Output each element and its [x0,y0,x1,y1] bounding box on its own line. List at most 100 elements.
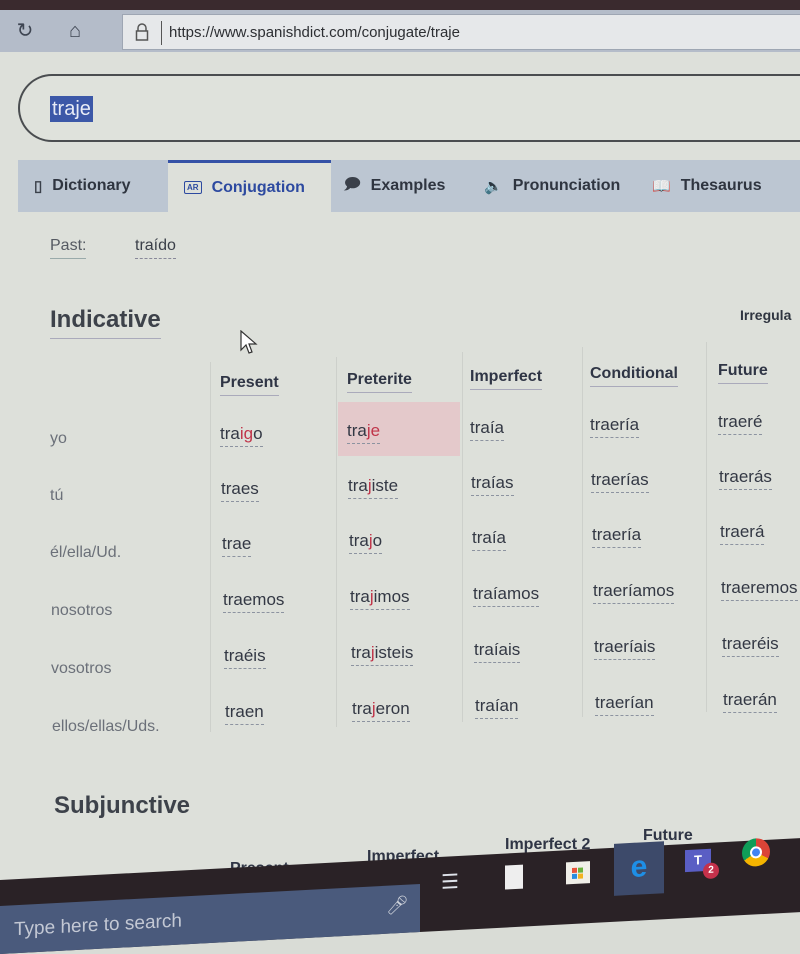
verb-stem: traería [592,525,642,544]
browser-toolbar: ↻ ⌂ https://www.spanishdict.com/conjugat… [0,10,800,52]
irregular-part: je [366,421,381,440]
thesaurus-icon: 📖 [652,178,671,195]
verb-stem: tra [350,587,370,606]
conjugation-cell[interactable]: traíais [474,640,521,663]
search-value[interactable]: traje [50,96,93,122]
conjugation-cell[interactable]: traeríais [594,637,656,660]
conjugation-cell[interactable]: traeréis [722,634,779,657]
tab-label: Thesaurus [680,177,762,194]
col-header-imperfect: Imperfect [470,368,543,390]
conjugation-cell[interactable]: traeríamos [593,581,675,604]
conjugation-cell[interactable]: traerían [595,693,654,716]
file-icon[interactable] [492,854,536,900]
pronoun-label: él/ella/Ud. [50,544,122,561]
verb-ending: imos [373,587,410,606]
past-participle-label: Past: [50,237,87,259]
col-header-preterite: Preterite [347,371,412,393]
verb-stem: traemos [223,590,285,609]
task-view-icon[interactable]: ☰ [428,859,472,905]
conjugation-cell[interactable]: traen [225,702,264,725]
conjugation-cell[interactable]: traíamos [473,584,540,607]
tab-pronunciation[interactable]: 🔈 Pronunciation [484,160,634,212]
tab-label: Conjugation [211,178,305,196]
verb-stem: traerán [723,690,777,709]
irregular-toggle-label[interactable]: Irregula [740,307,791,323]
verb-stem: tra [351,643,371,662]
chrome-logo [742,837,770,868]
edge-icon[interactable]: e [614,841,664,896]
conjugation-cell[interactable]: trae [222,534,252,557]
conjugation-cell[interactable]: traerías [591,470,649,493]
home-icon[interactable]: ⌂ [62,18,88,44]
conjugation-cell[interactable]: trajisteis [351,643,414,666]
conjugation-cell[interactable]: traía [472,528,507,551]
chrome-icon[interactable] [734,829,778,875]
store-square-green [578,867,583,873]
lock-icon [135,23,149,41]
conjugation-cell[interactable]: traje [347,421,381,444]
conjugation-cell[interactable]: traían [475,696,519,719]
conjugation-cell[interactable]: traía [470,418,505,441]
url-text[interactable]: https://www.spanishdict.com/conjugate/tr… [169,24,460,41]
tab-dictionary[interactable]: ▯ Dictionary [18,160,168,212]
conjugation-cell[interactable]: trajo [349,531,383,554]
conjugation-cell[interactable]: trajiste [348,476,399,499]
verb-ending: iste [371,476,399,495]
verb-stem: traeré [718,412,763,431]
url-separator [161,21,162,45]
conjugation-cell[interactable]: traería [592,525,642,548]
book-icon: ▯ [34,178,43,195]
window-top-strip [0,0,800,10]
conjugation-cell[interactable]: traerás [719,467,772,490]
taskbar-search-placeholder: Type here to search [14,910,182,941]
conjugation-cell[interactable]: traemos [223,590,285,613]
tab-thesaurus[interactable]: 📖 Thesaurus [652,160,782,212]
verb-stem: traías [471,473,514,492]
tab-conjugation[interactable]: AR Conjugation [168,160,331,212]
teams-icon[interactable]: T 2 [676,836,720,882]
conjugation-cell[interactable]: traería [590,415,640,438]
conjugation-cell[interactable]: traéis [224,646,266,669]
verb-stem: traían [475,696,519,715]
verb-stem: traerás [719,467,772,486]
chrome-center [750,846,762,859]
speaker-icon: 🔈 [484,178,503,195]
store-square-blue [572,873,577,880]
refresh-icon[interactable]: ↻ [12,18,38,44]
conjugation-cell[interactable]: trajimos [350,587,410,610]
address-bar[interactable]: https://www.spanishdict.com/conjugate/tr… [122,14,800,50]
tab-examples[interactable]: 🗩 Examples [344,160,464,212]
mouse-cursor-icon [240,330,258,354]
col-header-conditional: Conditional [590,365,678,387]
conjugation-cell[interactable]: traeremos [721,578,798,601]
teams-logo: T 2 [685,848,719,880]
verb-stem: traeríamos [593,581,675,600]
store-bag [566,861,590,885]
verb-stem: tra [348,476,368,495]
conjugation-cell[interactable]: traeré [718,412,763,435]
conjugation-cell[interactable]: traerá [720,522,765,545]
verb-ending: o [372,531,383,550]
verb-stem: tra [347,421,367,440]
store-icon[interactable] [556,849,600,895]
verb-stem: traíamos [473,584,540,603]
store-square-red [572,867,577,874]
column-divider [706,342,707,712]
verb-ending: eron [375,699,410,718]
pronoun-label: ellos/ellas/Uds. [52,718,160,735]
conjugation-cell[interactable]: traías [471,473,514,496]
indicative-title: Indicative [50,306,161,339]
teams-badge: 2 [703,862,719,880]
microphone-icon[interactable]: 🎤︎ [386,895,409,917]
conjugation-cell[interactable]: traerán [723,690,777,713]
conjugation-cell[interactable]: traigo [220,424,263,447]
past-participle-value[interactable]: traído [135,237,176,259]
conjugation-cell[interactable]: trajeron [352,699,410,722]
subjunctive-title: Subjunctive [54,792,191,819]
verb-stem: traerías [591,470,649,489]
conjugation-cell[interactable]: traes [221,479,259,502]
tab-label: Pronunciation [512,177,621,194]
taskbar-search-box[interactable]: Type here to search 🎤︎ [0,883,420,954]
search-input[interactable]: traje [18,74,800,142]
pronoun-label: yo [50,430,67,447]
